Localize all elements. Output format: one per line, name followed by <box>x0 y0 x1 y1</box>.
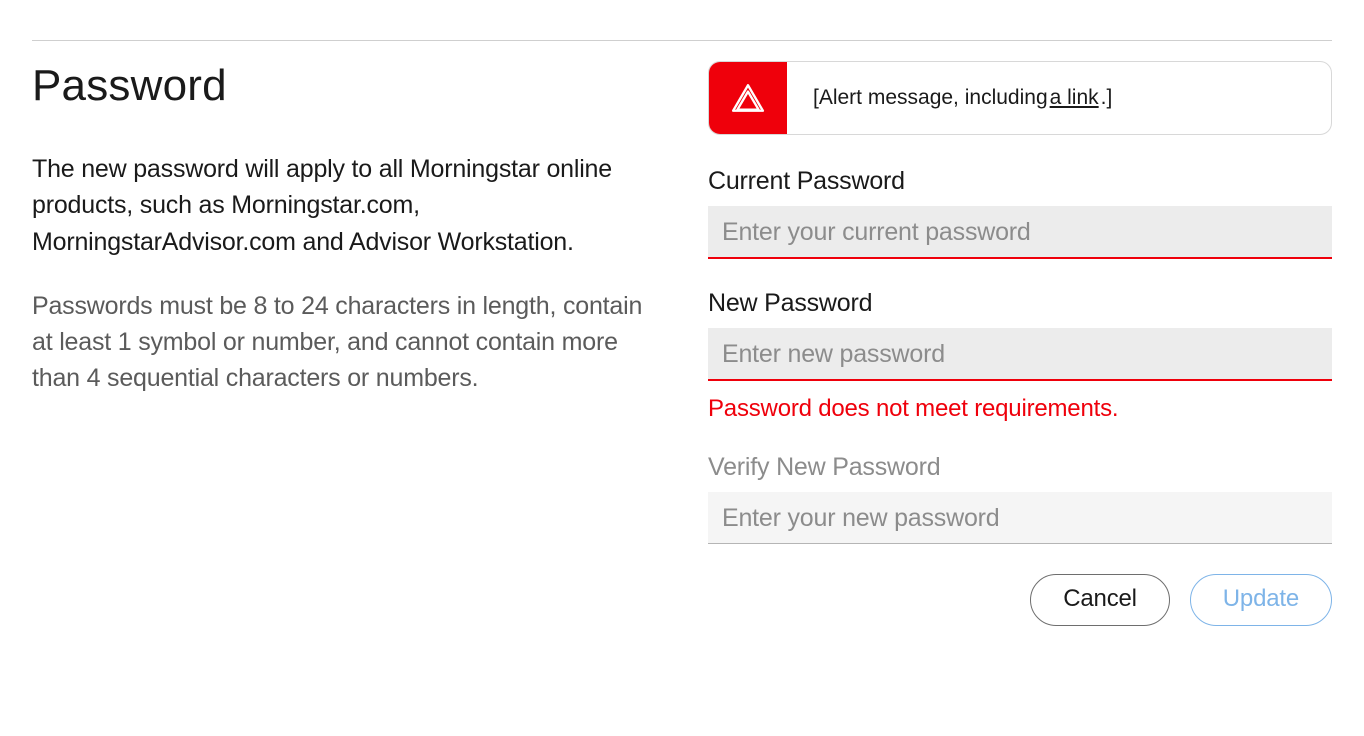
current-password-input[interactable] <box>708 206 1332 259</box>
alert-triangle-icon <box>731 81 765 115</box>
info-column: Password The new password will apply to … <box>32 61 652 626</box>
page-title: Password <box>32 61 652 111</box>
verify-password-field: Verify New Password <box>708 453 1332 544</box>
form-actions: Cancel Update <box>708 574 1332 626</box>
form-column: [Alert message, including a link .] Curr… <box>708 61 1332 626</box>
new-password-label: New Password <box>708 289 1332 318</box>
alert-text-suffix: .] <box>1101 86 1113 110</box>
alert-message: [Alert message, including a link .] <box>787 62 1138 134</box>
new-password-field: New Password Password does not meet requ… <box>708 289 1332 423</box>
new-password-input[interactable] <box>708 328 1332 381</box>
alert-banner: [Alert message, including a link .] <box>708 61 1332 135</box>
verify-password-input[interactable] <box>708 492 1332 544</box>
cancel-button[interactable]: Cancel <box>1030 574 1170 626</box>
alert-link[interactable]: a link <box>1050 86 1099 110</box>
current-password-field: Current Password <box>708 167 1332 259</box>
alert-icon-badge <box>709 62 787 134</box>
verify-password-label: Verify New Password <box>708 453 1332 482</box>
password-requirements-text: Passwords must be 8 to 24 characters in … <box>32 288 652 397</box>
top-divider <box>32 40 1332 41</box>
password-scope-description: The new password will apply to all Morni… <box>32 151 652 260</box>
new-password-error: Password does not meet requirements. <box>708 395 1332 423</box>
alert-text-prefix: [Alert message, including <box>813 86 1048 110</box>
current-password-label: Current Password <box>708 167 1332 196</box>
update-button[interactable]: Update <box>1190 574 1332 626</box>
